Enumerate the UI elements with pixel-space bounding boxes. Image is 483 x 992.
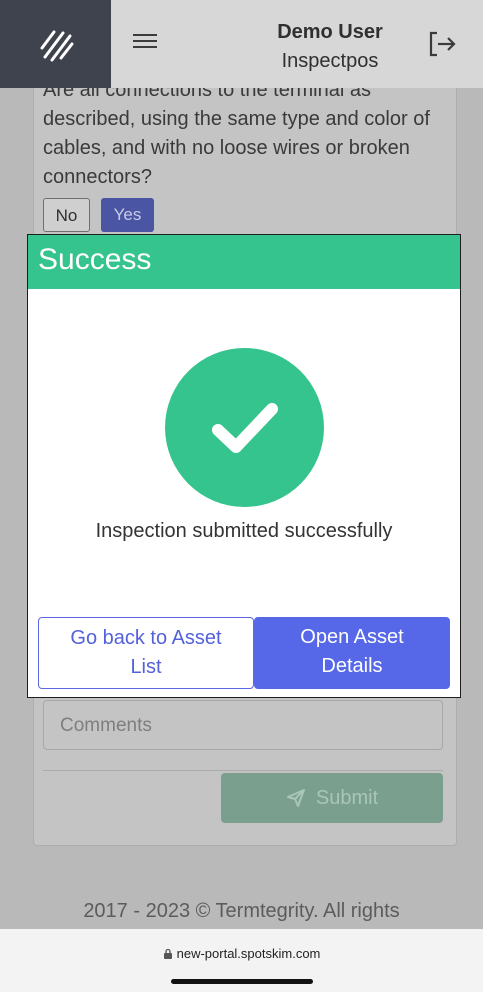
go-back-to-asset-list-button[interactable]: Go back to Asset List: [38, 617, 254, 689]
user-name: Demo User: [277, 21, 383, 43]
logo[interactable]: [0, 0, 111, 88]
app-header: Demo User Inspectpos: [0, 0, 483, 88]
comments-field[interactable]: Comments: [43, 700, 443, 750]
submit-label: Submit: [315, 786, 379, 809]
answer-yes-button[interactable]: Yes: [101, 198, 154, 232]
open-asset-details-button[interactable]: Open Asset Details: [254, 617, 450, 689]
checkmark-icon: [211, 402, 278, 453]
modal-header: Success: [28, 235, 460, 289]
go-back-label-line1: Go back to Asset: [70, 627, 222, 649]
stripes-logo-icon: [40, 30, 73, 62]
go-back-label-line2: List: [130, 656, 162, 678]
home-indicator[interactable]: [171, 979, 313, 984]
user-organization: Inspectpos: [281, 50, 379, 72]
open-asset-label-line2: Details: [321, 655, 383, 677]
success-modal: Success Inspection submitted successfull…: [27, 234, 461, 698]
submit-button[interactable]: Submit: [221, 773, 443, 823]
footer-copyright: 2017 - 2023 © Termtegrity. All rights: [83, 900, 400, 922]
open-asset-label-line1: Open Asset: [300, 626, 404, 648]
modal-title: Success: [38, 243, 152, 276]
inspection-question: Are all connections to the terminal as d…: [43, 79, 430, 188]
url-display[interactable]: new-portal.spotskim.com: [0, 946, 483, 961]
url-text: new-portal.spotskim.com: [176, 946, 321, 961]
hamburger-icon[interactable]: [133, 30, 157, 54]
lock-icon: [163, 948, 172, 959]
success-message: Inspection submitted successfully: [95, 520, 393, 542]
send-icon: [286, 789, 305, 807]
divider: [43, 770, 443, 771]
logout-icon[interactable]: [427, 30, 457, 58]
browser-url-bar[interactable]: new-portal.spotskim.com: [0, 929, 483, 992]
answer-no-button[interactable]: No: [43, 198, 90, 232]
success-check-circle: [165, 348, 324, 507]
